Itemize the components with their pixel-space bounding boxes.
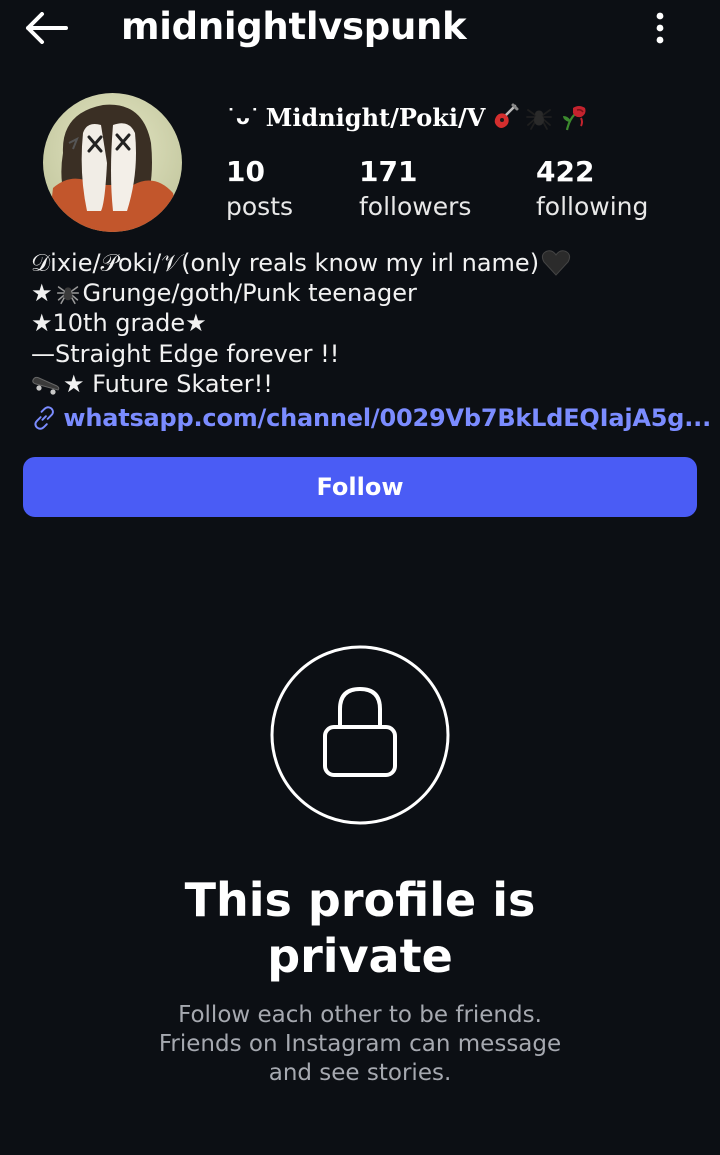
bio-line: ★10th grade★ [31, 308, 711, 338]
profile-link[interactable]: whatsapp.com/channel/0029Vb7BkLdEQIajA5g… [31, 403, 711, 433]
private-profile-description: Follow each other to be friends. Friends… [0, 1001, 720, 1088]
profile-bio: 𝒟ixie/𝒫oki/𝒱(only reals know my irl name… [31, 248, 711, 433]
bio-line: 𝒟ixie/𝒫oki/𝒱(only reals know my irl name… [31, 248, 711, 278]
bio-line-text: Grunge/goth/Punk teenager [82, 279, 417, 308]
bio-line: —Straight Edge forever !! [31, 339, 711, 369]
lock-icon [270, 645, 450, 825]
arrow-left-icon [26, 12, 68, 44]
profile-username: midnightlvspunk [121, 5, 467, 48]
private-sub-line: Follow each other to be friends. [178, 1002, 542, 1028]
private-title-line: private [267, 929, 453, 983]
display-name-prefix: ˙ᴗ˙ [226, 105, 260, 129]
top-bar: midnightlvspunk [0, 0, 720, 56]
posts-label: posts [226, 192, 294, 221]
more-options-button[interactable] [640, 10, 680, 46]
black-heart-icon [541, 250, 571, 276]
vertical-dots-icon [656, 12, 664, 44]
back-button[interactable] [20, 8, 72, 48]
bio-line-text: ★10th grade★ [31, 309, 207, 338]
spider-icon [526, 109, 553, 130]
wilted-rose-icon [563, 106, 586, 131]
link-icon [34, 406, 54, 430]
stat-following[interactable]: 422 following [536, 154, 648, 224]
private-profile-title: This profile is private [0, 872, 720, 984]
bio-line: ★ Future Skater!! [31, 369, 711, 399]
follow-button[interactable]: Follow [23, 457, 697, 517]
followers-count: 171 [359, 155, 418, 188]
following-count: 422 [536, 155, 595, 188]
private-sub-line: and see stories. [268, 1060, 452, 1086]
private-sub-line: Friends on Instagram can message [158, 1031, 562, 1057]
profile-stats: 10 posts 171 followers 422 following [0, 154, 720, 234]
profile-display-name: Midnight/Poki/V [265, 102, 486, 132]
followers-label: followers [359, 192, 472, 221]
stat-followers[interactable]: 171 followers [359, 154, 471, 224]
private-title-line: This profile is [184, 873, 536, 927]
profile-link-text[interactable]: whatsapp.com/channel/0029Vb7BkLdEQIajA5g… [63, 403, 711, 433]
stat-posts[interactable]: 10 posts [226, 154, 293, 224]
bio-line: ★ Grunge/goth/Punk teenager [31, 278, 711, 308]
posts-count: 10 [226, 155, 265, 188]
profile-display-name-row: ˙ᴗ˙ Midnight/Poki/V [226, 102, 589, 132]
bio-line-text: 𝒟ixie/𝒫oki/𝒱(only reals know my irl name… [31, 249, 540, 277]
following-label: following [536, 192, 649, 221]
bio-line-prefix: ★ [31, 279, 53, 308]
guitar-icon [495, 103, 519, 128]
spider-icon [56, 286, 79, 305]
skateboard-icon [32, 376, 60, 395]
private-lock-badge [270, 645, 450, 825]
bio-line-text: ★ Future Skater!! [63, 369, 273, 398]
bio-line-text: —Straight Edge forever !! [31, 339, 340, 368]
